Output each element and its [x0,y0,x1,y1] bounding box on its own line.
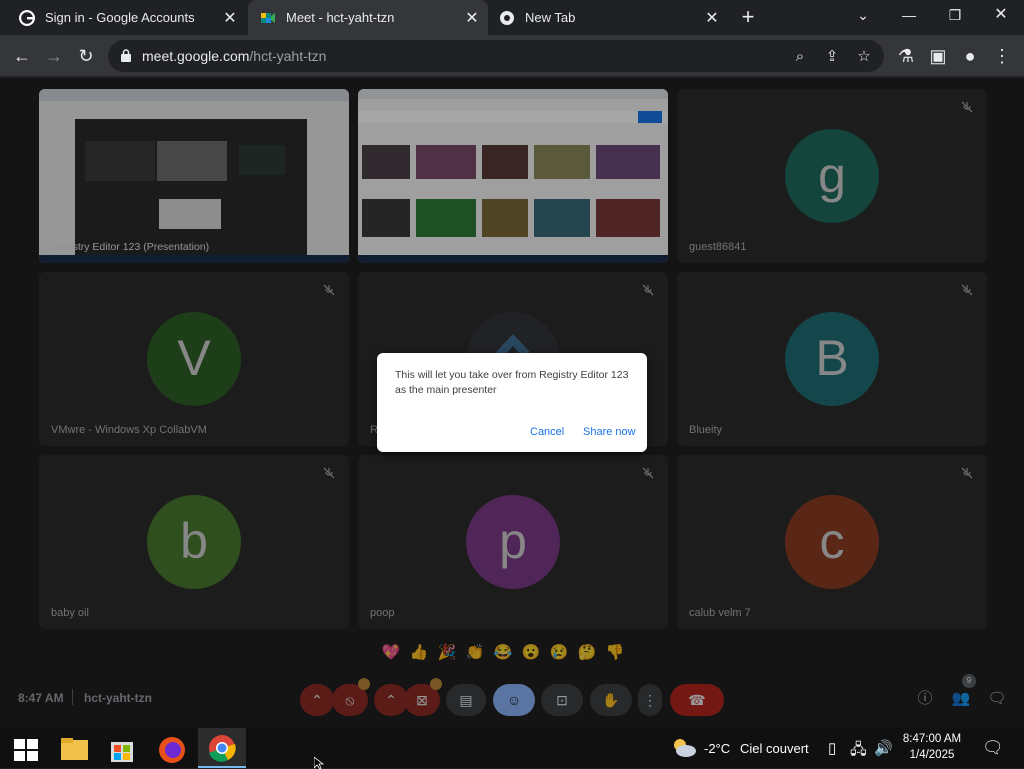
chrome-icon [500,10,514,25]
lock-icon [121,49,131,62]
share-now-button[interactable]: Share now [583,426,636,438]
clock-date: 1/4/2025 [909,749,955,761]
tab-title: Sign in - Google Accounts [45,10,195,25]
notifications-icon[interactable]: 🗨 [982,738,1004,758]
tab-strip: Sign in - Google Accounts ✕ Meet - hct-y… [0,0,1024,35]
labs-flask-icon[interactable]: ⚗ [892,43,920,69]
take-over-presenter-dialog: This will let you take over from Registr… [377,353,647,452]
weather-condition: Ciel couvert [740,741,809,756]
reload-icon[interactable]: ↻ [72,43,100,69]
dialog-message: This will let you take over from Registr… [395,369,629,396]
browser-toolbar: ← → ↻ meet.google.com/hct-yaht-tzn ⌕ ⇪ ☆… [0,35,1024,77]
windows-start-icon[interactable] [6,732,46,768]
minimize-icon[interactable]: — [886,0,932,30]
meet-icon [261,12,275,23]
new-tab-button[interactable]: + [738,5,758,29]
side-panel-icon[interactable]: ▣ [924,43,952,69]
tab-meet[interactable]: Meet - hct-yaht-tzn ✕ [248,0,488,35]
system-clock[interactable]: 8:47:00 AM 1/4/2025 [896,731,968,763]
taskbar-chrome-button[interactable] [198,728,246,768]
weather-cloud-moon-icon [674,739,696,757]
google-icon [19,9,35,26]
profile-avatar-icon[interactable]: ● [956,43,984,69]
cancel-button[interactable]: Cancel [530,426,564,438]
volume-icon[interactable]: 🔊 [874,739,893,757]
weather-temperature: -2°C [704,741,731,756]
microsoft-store-icon[interactable] [102,732,142,768]
tab-google-accounts[interactable]: Sign in - Google Accounts ✕ [0,0,246,35]
tab-title: New Tab [525,10,576,25]
tab-title: Meet - hct-yaht-tzn [286,10,395,25]
mouse-cursor-icon [314,757,324,769]
close-tab-icon[interactable]: ✕ [464,8,480,28]
tab-new-tab[interactable]: New Tab ✕ [490,0,728,35]
file-explorer-icon[interactable] [54,732,94,768]
menu-kebab-icon[interactable]: ⋮ [988,43,1016,69]
back-icon[interactable]: ← [8,43,36,69]
firefox-icon[interactable] [152,732,192,768]
address-bar[interactable]: meet.google.com/hct-yaht-tzn ⌕ ⇪ ☆ [108,40,884,72]
forward-icon[interactable]: → [40,43,68,69]
share-icon[interactable]: ⇪ [822,48,842,66]
windows-taskbar [0,728,1024,768]
bookmark-star-icon[interactable]: ☆ [854,48,874,66]
tab-search-icon[interactable]: ⌄ [840,0,886,30]
zoom-icon[interactable]: ⌕ [790,48,810,66]
close-tab-icon[interactable]: ✕ [222,8,238,28]
usb-device-icon[interactable]: ▯ [828,739,836,757]
url-path: /hct-yaht-tzn [249,48,327,64]
clock-time: 8:47:00 AM [902,733,962,745]
close-tab-icon[interactable]: ✕ [704,8,720,28]
restore-icon[interactable]: ❐ [932,0,978,30]
chrome-icon [209,735,236,762]
network-icon[interactable]: 🖧 [850,739,867,764]
url-host: meet.google.com [142,48,250,64]
url-text: meet.google.com/hct-yaht-tzn [142,48,326,64]
close-window-icon[interactable]: ✕ [978,0,1024,30]
